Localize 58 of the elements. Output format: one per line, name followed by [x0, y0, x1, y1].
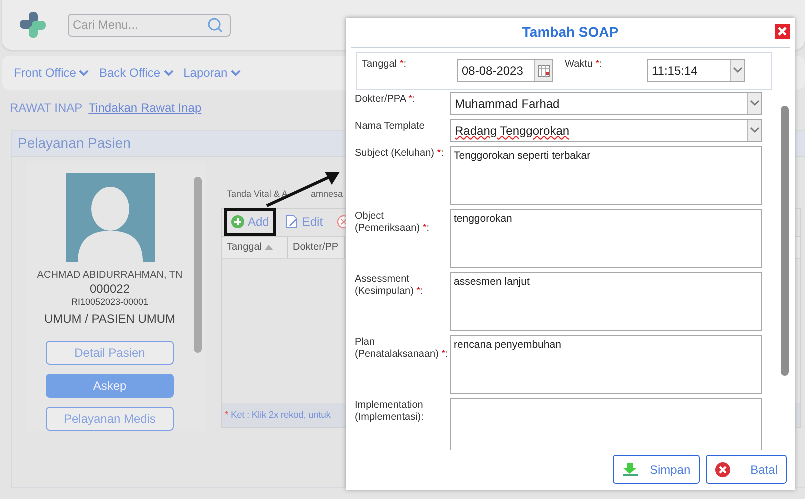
caret-icon [164, 69, 174, 77]
text-area[interactable]: tenggorokan [450, 209, 762, 268]
caret-icon [79, 69, 90, 77]
field-label: Assessment (Kesimpulan) *: [355, 273, 424, 298]
dropdown-field[interactable]: Radang Tenggorokan [450, 119, 762, 142]
panel-title: Pelayanan Pasien [18, 134, 131, 153]
registration-number: RI10052023-00001 [71, 296, 149, 310]
document-pencil-icon [285, 215, 300, 229]
tab-title: amnesa [311, 188, 344, 201]
field-label: Subject (Keluhan) *: [355, 147, 445, 161]
dropdown-field[interactable]: Muhammad Farhad [450, 92, 762, 115]
field-label: Dokter/PPA *: [355, 93, 416, 107]
field-label: Nama Template [355, 120, 426, 134]
action-button[interactable]: Askep [46, 374, 174, 398]
breadcrumb-link[interactable]: Tindakan Rawat Inap [88, 99, 202, 117]
cancel-button[interactable]: Batal [706, 455, 787, 484]
date-field[interactable]: 08-08-2023 [457, 59, 553, 82]
download-icon [622, 462, 638, 478]
search-field[interactable]: Cari Menu... [68, 14, 231, 36]
caret-icon [750, 100, 760, 107]
cancel-icon [714, 462, 731, 478]
avatar-icon [66, 173, 154, 262]
text-area[interactable] [450, 398, 762, 450]
text-area[interactable]: rencana penyembuhan [450, 335, 762, 394]
close-icon [777, 26, 788, 37]
dropdown-field[interactable]: 11:15:14 [647, 59, 745, 82]
patient-category: UMUM / PASIEN UMUM [44, 310, 176, 328]
scrollbar[interactable] [194, 177, 202, 353]
toolbar-button[interactable]: Edit [280, 210, 328, 234]
dialog-title: Tambah SOAP [522, 23, 619, 42]
breadcrumb-link[interactable]: RAWAT INAP [10, 99, 83, 117]
column-header[interactable]: Tanggal [222, 236, 288, 258]
caret-icon [732, 67, 742, 74]
action-button[interactable]: Detail Pasien [46, 340, 174, 365]
close-button[interactable] [775, 24, 790, 39]
text-area[interactable]: Tenggorokan seperti terbakar [450, 146, 762, 205]
patient-name: ACHMAD ABIDURRAHMAN, TN [37, 269, 183, 283]
menu-item[interactable]: Back Office [99, 64, 174, 82]
sort-up-icon [265, 244, 274, 250]
field-label: Object (Pemeriksaan) *: [355, 210, 430, 236]
field-label: Plan (Penatalaksanaan) *: [355, 336, 450, 362]
search-icon [208, 18, 223, 32]
field-label: Waktu *: [565, 59, 604, 70]
field-label: Tanggal *: [362, 59, 408, 70]
menu-item[interactable]: Laporan [184, 64, 241, 82]
plus-icon [231, 215, 245, 229]
caret-icon [230, 69, 241, 77]
text-area[interactable]: assesmen lanjut [450, 272, 762, 331]
calendar-icon [538, 64, 550, 76]
patient-number: 000022 [90, 283, 130, 296]
menu-item[interactable]: Front Office [14, 64, 90, 82]
save-button[interactable]: Simpan [612, 455, 700, 484]
action-button[interactable]: Pelayanan Medis [46, 406, 174, 431]
column-header[interactable]: Dokter/PP [288, 236, 345, 258]
toolbar-button[interactable]: Add [224, 208, 276, 236]
scrollbar[interactable] [781, 106, 789, 376]
caret-icon [750, 127, 760, 134]
logo-icon [20, 12, 46, 38]
